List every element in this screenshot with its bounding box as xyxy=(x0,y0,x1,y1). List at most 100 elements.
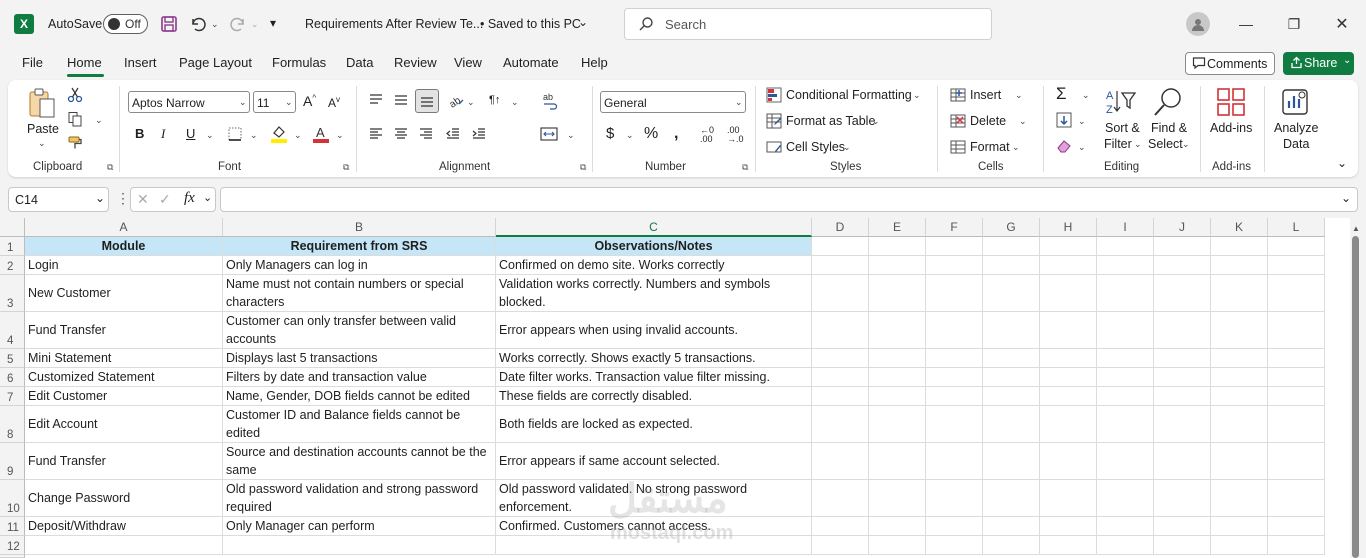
borders-icon[interactable] xyxy=(227,126,243,142)
tab-page-layout[interactable]: Page Layout xyxy=(179,55,252,70)
autosum-dropdown-icon[interactable]: ⌄ xyxy=(1082,90,1090,101)
text-direction-dropdown-icon[interactable]: ⌄ xyxy=(511,97,519,108)
align-top-icon[interactable] xyxy=(366,90,386,110)
format-as-table-label[interactable]: Format as Table xyxy=(786,114,875,128)
table-cell[interactable]: Filters by date and transaction value xyxy=(223,368,496,387)
font-color-dropdown-icon[interactable]: ⌄ xyxy=(336,130,344,141)
row-header-9[interactable]: 9 xyxy=(0,443,25,480)
currency-dropdown-icon[interactable]: ⌄ xyxy=(626,130,634,141)
table-cell[interactable] xyxy=(983,480,1040,517)
autosum-icon[interactable]: Σ xyxy=(1056,84,1067,104)
borders-dropdown-icon[interactable]: ⌄ xyxy=(250,130,258,141)
add-ins-icon[interactable] xyxy=(1215,86,1247,118)
copy-icon[interactable] xyxy=(66,110,84,128)
insert-function-icon[interactable]: fx xyxy=(184,190,195,207)
merge-dropdown-icon[interactable]: ⌄ xyxy=(567,130,575,141)
table-cell[interactable]: Customer can only transfer between valid… xyxy=(223,312,496,349)
increase-font-size-icon[interactable]: A^ xyxy=(303,93,316,109)
table-cell[interactable] xyxy=(1268,275,1325,312)
table-cell[interactable]: Confirmed on demo site. Works correctly xyxy=(496,256,812,275)
orientation-dropdown-icon[interactable]: ⌄ xyxy=(467,97,475,108)
fill-dropdown-icon[interactable]: ⌄ xyxy=(1078,116,1086,127)
undo-icon[interactable] xyxy=(188,14,208,34)
table-cell[interactable] xyxy=(1268,517,1325,536)
sort-filter-label-1[interactable]: Sort & xyxy=(1105,121,1140,135)
table-cell[interactable] xyxy=(1211,312,1268,349)
table-cell[interactable] xyxy=(926,349,983,368)
table-cell[interactable]: Deposit/Withdraw xyxy=(25,517,223,536)
table-cell[interactable] xyxy=(869,312,926,349)
table-cell[interactable] xyxy=(1097,368,1154,387)
table-cell[interactable] xyxy=(1211,480,1268,517)
table-cell[interactable] xyxy=(1211,368,1268,387)
cell-styles-dropdown-icon[interactable]: ⌄ xyxy=(843,142,851,153)
tab-review[interactable]: Review xyxy=(394,55,437,70)
table-cell[interactable]: Error appears if same account selected. xyxy=(496,443,812,480)
table-cell[interactable]: Name must not contain numbers or special… xyxy=(223,275,496,312)
table-cell[interactable] xyxy=(1097,237,1154,256)
column-header-l[interactable]: L xyxy=(1268,218,1325,237)
table-cell[interactable] xyxy=(1097,349,1154,368)
align-left-icon[interactable] xyxy=(366,124,386,144)
format-cells-label[interactable]: Format xyxy=(970,140,1010,154)
table-cell[interactable]: Source and destination accounts cannot b… xyxy=(223,443,496,480)
table-cell[interactable] xyxy=(869,387,926,406)
column-header-j[interactable]: J xyxy=(1154,218,1211,237)
close-icon[interactable]: ✕ xyxy=(1330,12,1354,36)
align-middle-icon[interactable] xyxy=(391,90,411,110)
increase-indent-icon[interactable] xyxy=(469,124,489,144)
table-cell[interactable] xyxy=(1097,406,1154,443)
table-cell[interactable] xyxy=(1040,256,1097,275)
tab-file[interactable]: File xyxy=(22,55,43,70)
table-cell[interactable] xyxy=(1040,406,1097,443)
table-cell[interactable] xyxy=(1040,536,1097,555)
conditional-formatting-dropdown-icon[interactable]: ⌄ xyxy=(913,90,921,101)
confirm-entry-icon[interactable]: ✓ xyxy=(159,191,171,208)
table-cell[interactable] xyxy=(869,275,926,312)
clear-dropdown-icon[interactable]: ⌄ xyxy=(1078,142,1086,153)
row-header-8[interactable]: 8 xyxy=(0,406,25,443)
table-cell[interactable] xyxy=(1268,368,1325,387)
search-box[interactable]: Search xyxy=(624,8,992,40)
table-cell[interactable] xyxy=(1154,237,1211,256)
table-cell[interactable]: Only Manager can perform xyxy=(223,517,496,536)
format-as-table-dropdown-icon[interactable]: ⌄ xyxy=(872,116,880,127)
analyze-data-icon[interactable] xyxy=(1279,86,1311,118)
table-cell[interactable] xyxy=(1040,349,1097,368)
row-header-1[interactable]: 1 xyxy=(0,237,25,256)
table-cell[interactable] xyxy=(926,275,983,312)
column-header-i[interactable]: I xyxy=(1097,218,1154,237)
paste-dropdown-icon[interactable]: ⌄ xyxy=(38,138,46,149)
save-status-chevron-icon[interactable]: ⌄ xyxy=(578,15,588,29)
table-cell[interactable] xyxy=(983,387,1040,406)
align-bottom-icon[interactable] xyxy=(415,89,439,113)
italic-icon[interactable]: I xyxy=(161,126,165,142)
find-select-dropdown-icon[interactable]: ⌄ xyxy=(1182,139,1190,150)
row-header-4[interactable]: 4 xyxy=(0,312,25,349)
table-cell[interactable] xyxy=(1097,480,1154,517)
table-cell[interactable]: New Customer xyxy=(25,275,223,312)
find-select-label-2[interactable]: Select xyxy=(1148,137,1183,151)
sort-filter-dropdown-icon[interactable]: ⌄ xyxy=(1134,139,1142,150)
table-cell[interactable] xyxy=(926,443,983,480)
increase-decimal-icon[interactable]: ←0.00 xyxy=(700,126,714,144)
table-cell[interactable] xyxy=(983,256,1040,275)
row-header-3[interactable]: 3 xyxy=(0,275,25,312)
table-cell[interactable] xyxy=(812,275,869,312)
table-cell[interactable] xyxy=(1097,517,1154,536)
table-cell[interactable] xyxy=(926,406,983,443)
align-right-icon[interactable] xyxy=(416,124,436,144)
table-cell[interactable] xyxy=(25,536,223,555)
table-cell[interactable]: Name, Gender, DOB fields cannot be edite… xyxy=(223,387,496,406)
table-cell[interactable] xyxy=(1268,536,1325,555)
table-cell[interactable] xyxy=(812,256,869,275)
table-cell[interactable]: Only Managers can log in xyxy=(223,256,496,275)
analyze-data-label-2[interactable]: Data xyxy=(1283,137,1309,151)
redo-dropdown-icon[interactable]: ⌄ xyxy=(251,19,259,30)
number-format-combo[interactable]: General ⌄ xyxy=(600,91,746,113)
align-center-icon[interactable] xyxy=(391,124,411,144)
table-cell[interactable] xyxy=(812,517,869,536)
table-cell[interactable] xyxy=(1268,406,1325,443)
table-cell[interactable] xyxy=(1211,517,1268,536)
table-cell[interactable] xyxy=(1211,256,1268,275)
